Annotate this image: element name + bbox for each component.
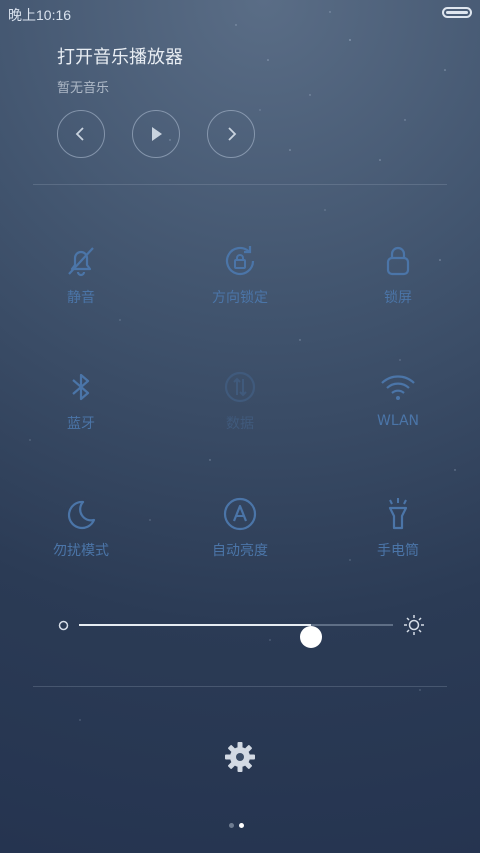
- brightness-fill: [79, 624, 312, 626]
- chevron-left-icon: [75, 127, 84, 141]
- flashlight-icon: [388, 498, 408, 530]
- page-dot-active: [239, 823, 244, 828]
- toggle-label: 自动亮度: [212, 543, 268, 559]
- toggle-label: 静音: [67, 290, 95, 306]
- divider: [33, 686, 447, 687]
- toggle-bluetooth[interactable]: 蓝牙: [21, 367, 141, 433]
- status-bar: 晚上10:16: [0, 0, 480, 28]
- toggle-flashlight[interactable]: 手电筒: [338, 494, 458, 560]
- toggle-label: 蓝牙: [67, 416, 95, 432]
- play-button[interactable]: [132, 110, 180, 158]
- toggle-rotation-lock[interactable]: 方向锁定: [180, 241, 300, 307]
- toggle-label: 方向锁定: [212, 290, 268, 306]
- page-dot: [229, 823, 234, 828]
- moon-icon: [67, 500, 96, 530]
- toggle-silent[interactable]: 静音: [21, 241, 141, 307]
- toggle-do-not-disturb[interactable]: 勿扰模式: [21, 494, 141, 560]
- music-title: 打开音乐播放器: [57, 47, 183, 68]
- data-icon: [224, 371, 256, 403]
- bluetooth-icon: [72, 373, 90, 401]
- gear-icon[interactable]: [223, 740, 257, 774]
- brightness-track[interactable]: [79, 624, 393, 648]
- battery-icon: [442, 7, 472, 18]
- status-time: 晚上10:16: [8, 7, 72, 23]
- bell-off-icon: [68, 247, 94, 277]
- play-icon: [152, 127, 162, 141]
- divider: [33, 184, 447, 185]
- rotation-lock-icon: [225, 246, 255, 276]
- toggle-auto-brightness[interactable]: 自动亮度: [180, 494, 300, 560]
- lock-icon: [386, 246, 410, 276]
- toggle-label: 数据: [226, 416, 254, 432]
- toggle-label: 手电筒: [377, 543, 419, 559]
- chevron-right-icon: [228, 127, 237, 141]
- page-indicator: [229, 813, 249, 832]
- brightness-slider[interactable]: [55, 612, 425, 648]
- brightness-low-icon: [58, 620, 69, 631]
- previous-button[interactable]: [57, 110, 105, 158]
- toggle-wlan[interactable]: WLAN: [338, 367, 458, 429]
- wifi-icon: [381, 375, 415, 400]
- music-subtitle: 暂无音乐: [57, 81, 110, 96]
- next-button[interactable]: [207, 110, 255, 158]
- auto-brightness-icon: [223, 497, 257, 531]
- toggle-label: WLAN: [376, 413, 419, 429]
- music-widget[interactable]: 打开音乐播放器 暂无音乐: [57, 43, 183, 96]
- toggle-lock-screen[interactable]: 锁屏: [338, 241, 458, 307]
- brightness-high-icon: [404, 615, 424, 635]
- brightness-knob[interactable]: [300, 626, 323, 648]
- toggle-data[interactable]: 数据: [180, 367, 300, 433]
- toggle-label: 锁屏: [384, 290, 412, 306]
- toggle-label: 勿扰模式: [53, 543, 109, 559]
